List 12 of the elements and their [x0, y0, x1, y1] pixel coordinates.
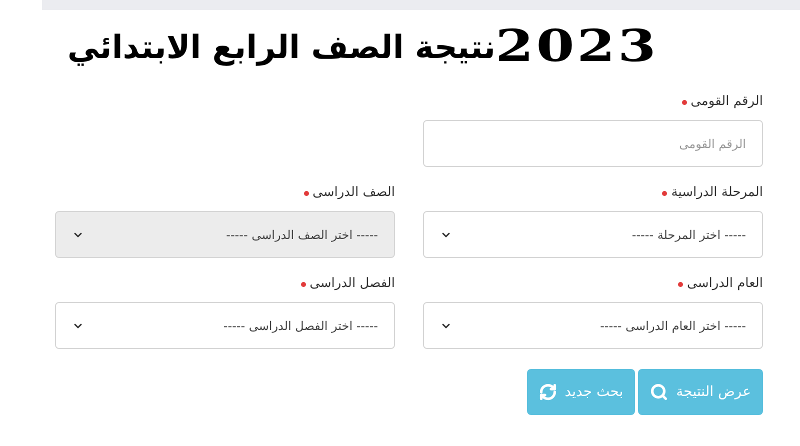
search-icon	[650, 383, 668, 401]
field-label: الصف الدراسى	[312, 184, 395, 202]
dropdown-field[interactable]: ----- اختر المرحلة -----	[423, 211, 763, 258]
field-label: العام الدراسى	[686, 275, 763, 294]
field-label: الفصل الدراسى	[310, 275, 395, 294]
dropdown-field[interactable]: ----- اختر العام الدراسى -----	[423, 302, 763, 349]
dropdown-field[interactable]: ----- اختر الفصل الدراسى -----	[55, 302, 395, 349]
field-label: الرقم القومى	[690, 93, 763, 112]
national-id-field[interactable]: الرقم القومى	[423, 120, 763, 167]
refresh-icon	[538, 383, 557, 401]
field-label: المرحلة الدراسية	[671, 184, 763, 202]
year-text: 2023	[494, 25, 658, 69]
